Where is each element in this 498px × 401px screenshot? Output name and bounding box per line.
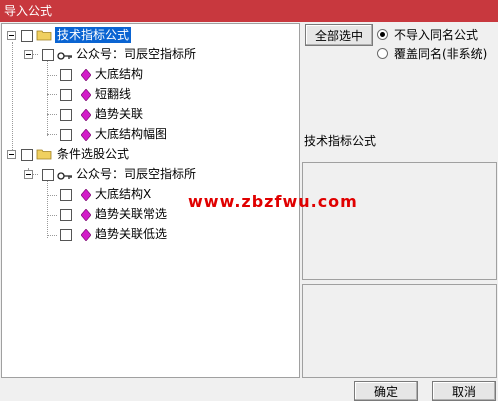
- window-title: 导入公式: [0, 0, 498, 22]
- tree-formula-label[interactable]: 大底结构幅图: [95, 126, 167, 142]
- tree-formula-label[interactable]: 趋势关联: [95, 106, 143, 122]
- formula-checkbox[interactable]: [60, 189, 72, 201]
- folder-icon: [36, 30, 52, 41]
- formula-icon: [81, 89, 91, 101]
- formula-checkbox[interactable]: [60, 109, 72, 121]
- tree-guide: [47, 178, 48, 238]
- key-icon: [57, 52, 72, 60]
- formula-checkbox[interactable]: [60, 129, 72, 141]
- tree-formula-label[interactable]: 大底结构X: [95, 186, 151, 202]
- tree-guide: [47, 134, 57, 135]
- tree-formula-label[interactable]: 大底结构: [95, 66, 143, 82]
- radio-label: 不导入同名公式: [394, 27, 479, 42]
- tree-group-label[interactable]: 条件选股公式: [57, 146, 129, 162]
- tree-formula-label[interactable]: 趋势关联低选: [95, 226, 167, 242]
- formula-icon: [81, 229, 91, 241]
- detail-panel: [302, 284, 497, 378]
- cancel-button[interactable]: 取消: [432, 381, 496, 401]
- formula-icon: [81, 129, 91, 141]
- key-icon: [57, 172, 72, 180]
- tree-guide: [47, 215, 57, 216]
- formula-icon: [81, 189, 91, 201]
- description-panel: [302, 162, 497, 280]
- tree-guide: [47, 75, 57, 76]
- tree-guide: [47, 94, 57, 95]
- tree-publisher-label[interactable]: 公众号：司辰空指标所: [76, 46, 196, 62]
- tree-formula-label[interactable]: 短翻线: [95, 86, 131, 102]
- formula-checkbox[interactable]: [60, 69, 72, 81]
- radio-button-checked[interactable]: [377, 28, 388, 40]
- tree-guide: [47, 114, 57, 115]
- tree-publisher-label[interactable]: 公众号：司辰空指标所: [76, 166, 196, 182]
- group-checkbox[interactable]: [21, 149, 33, 161]
- formula-checkbox[interactable]: [60, 89, 72, 101]
- formula-type-label: 技术指标公式: [304, 134, 377, 148]
- tree-guide: [47, 235, 57, 236]
- folder-icon: [36, 149, 52, 160]
- formula-checkbox[interactable]: [60, 229, 72, 241]
- group-checkbox[interactable]: [21, 30, 33, 42]
- ok-button[interactable]: 确定: [354, 381, 418, 401]
- collapse-toggle[interactable]: [7, 150, 16, 159]
- radio-label: 覆盖同名(非系统): [394, 46, 488, 61]
- select-all-button[interactable]: 全部选中: [305, 24, 373, 46]
- formula-checkbox[interactable]: [60, 209, 72, 221]
- radio-overwrite-duplicates[interactable]: 覆盖同名(非系统): [377, 45, 487, 61]
- collapse-toggle[interactable]: [24, 50, 33, 59]
- tree-guide: [47, 195, 57, 196]
- radio-skip-duplicates[interactable]: 不导入同名公式: [377, 26, 478, 42]
- radio-button[interactable]: [377, 47, 388, 59]
- formula-icon: [81, 209, 91, 221]
- tree-group-label[interactable]: 技术指标公式: [55, 27, 132, 43]
- tree-guide: [12, 42, 13, 150]
- collapse-toggle[interactable]: [24, 170, 33, 179]
- formula-icon: [81, 109, 91, 121]
- publisher-checkbox[interactable]: [42, 169, 54, 181]
- tree-formula-label[interactable]: 趋势关联常选: [95, 206, 167, 222]
- collapse-toggle[interactable]: [7, 31, 16, 40]
- tree-guide: [47, 58, 48, 136]
- watermark-text: www.zbzfwu.com: [188, 192, 358, 211]
- formula-icon: [81, 69, 91, 81]
- publisher-checkbox[interactable]: [42, 49, 54, 61]
